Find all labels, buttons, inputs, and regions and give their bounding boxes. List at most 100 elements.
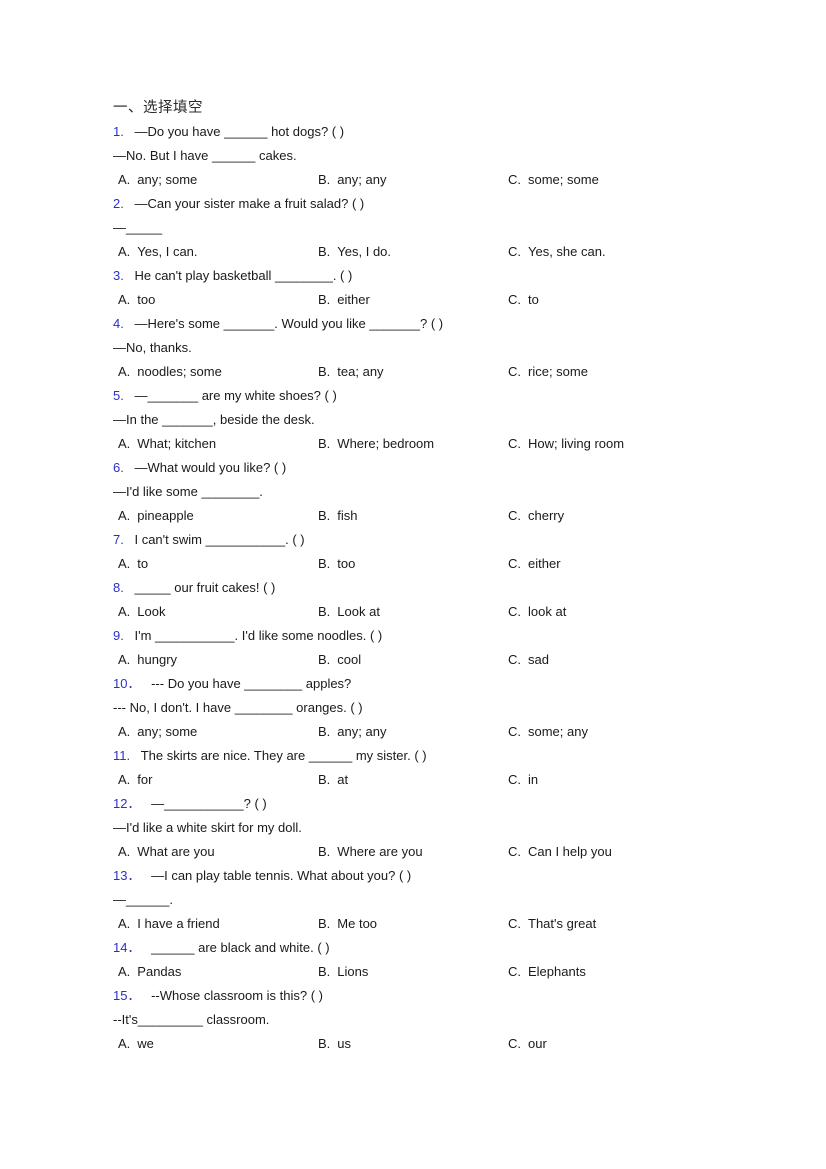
option-b[interactable]: B. Lions xyxy=(318,960,368,984)
question-text: —What would you like? ( ) xyxy=(134,460,287,475)
option-c[interactable]: C. some; any xyxy=(508,720,588,744)
option-b[interactable]: B. tea; any xyxy=(318,360,384,384)
question-continuation: —_____ xyxy=(113,220,163,235)
option-letter: A. xyxy=(118,964,131,979)
question-number: 3. xyxy=(113,268,124,283)
question-stem: 8. _____ our fruit cakes! ( ) xyxy=(113,576,773,600)
option-label: cool xyxy=(337,652,362,667)
option-label: to xyxy=(528,292,539,307)
option-a[interactable]: A. I have a friend xyxy=(118,912,220,936)
option-b[interactable]: B. Me too xyxy=(318,912,377,936)
question-text: --- Do you have ________ apples? xyxy=(151,676,352,691)
question-continuation: --- No, I don't. I have ________ oranges… xyxy=(113,700,363,715)
option-c[interactable]: C. cherry xyxy=(508,504,564,528)
question-stem: 11. The skirts are nice. They are ______… xyxy=(113,744,773,768)
option-label: What are you xyxy=(137,844,215,859)
option-label: at xyxy=(337,772,349,787)
option-a[interactable]: A. we xyxy=(118,1032,154,1056)
option-letter: C. xyxy=(508,964,521,979)
question-stem: 2. —Can your sister make a fruit salad? … xyxy=(113,192,773,216)
question-stem: 5. —_______ are my white shoes? ( ) xyxy=(113,384,773,408)
option-c[interactable]: C. to xyxy=(508,288,539,312)
option-letter: B. xyxy=(318,508,331,523)
option-letter: C. xyxy=(508,1036,521,1051)
question-stem: 1. —Do you have ______ hot dogs? ( ) xyxy=(113,120,773,144)
question-stem: 6. —What would you like? ( ) xyxy=(113,456,773,480)
question-text: ______ are black and white. ( ) xyxy=(151,940,330,955)
option-letter: A. xyxy=(118,364,131,379)
option-a[interactable]: A. Pandas xyxy=(118,960,181,984)
option-c[interactable]: C. some; some xyxy=(508,168,599,192)
option-a[interactable]: A. pineapple xyxy=(118,504,194,528)
option-letter: B. xyxy=(318,724,331,739)
option-c[interactable]: C. look at xyxy=(508,600,566,624)
option-row: A. What are you B. Where are you C. Can I h… xyxy=(113,840,773,864)
option-a[interactable]: A. too xyxy=(118,288,155,312)
option-letter: A. xyxy=(118,916,131,931)
option-letter: B. xyxy=(318,652,331,667)
option-row: A. What; kitchen B. Where; bedroom C. How; … xyxy=(113,432,773,456)
option-row: A. pineapple B. fish C. cherry xyxy=(113,504,773,528)
option-a[interactable]: A. to xyxy=(118,552,148,576)
option-label: Where; bedroom xyxy=(337,436,435,451)
option-a[interactable]: A. noodles; some xyxy=(118,360,222,384)
option-letter: B. xyxy=(318,772,331,787)
question-text: I'm ___________. I'd like some noodles. … xyxy=(134,628,383,643)
option-letter: A. xyxy=(118,172,131,187)
option-c[interactable]: C. That's great xyxy=(508,912,596,936)
question-continuation: —No, thanks. xyxy=(113,340,192,355)
option-c[interactable]: C. in xyxy=(508,768,538,792)
option-label: sad xyxy=(528,652,549,667)
question-text: —Do you have ______ hot dogs? ( ) xyxy=(134,124,345,139)
question-text: The skirts are nice. They are ______ my … xyxy=(140,748,427,763)
option-b[interactable]: B. Where; bedroom xyxy=(318,432,434,456)
option-c[interactable]: C. Can I help you xyxy=(508,840,612,864)
option-label: Me too xyxy=(337,916,378,931)
option-c[interactable]: C. How; living room xyxy=(508,432,624,456)
option-a[interactable]: A. Look xyxy=(118,600,166,624)
option-c[interactable]: C. sad xyxy=(508,648,549,672)
option-c[interactable]: C. Elephants xyxy=(508,960,586,984)
option-b[interactable]: B. any; any xyxy=(318,720,386,744)
option-b[interactable]: B. cool xyxy=(318,648,361,672)
option-a[interactable]: A. for xyxy=(118,768,152,792)
option-b[interactable]: B. either xyxy=(318,288,370,312)
question-text: —Can your sister make a fruit salad? ( ) xyxy=(134,196,365,211)
option-a[interactable]: A. any; some xyxy=(118,168,197,192)
option-b[interactable]: B. too xyxy=(318,552,355,576)
option-a[interactable]: A. What are you xyxy=(118,840,215,864)
question-number: 4. xyxy=(113,316,124,331)
option-c[interactable]: C. our xyxy=(508,1032,547,1056)
option-b[interactable]: B. us xyxy=(318,1032,351,1056)
option-b[interactable]: B. Yes, I do. xyxy=(318,240,391,264)
option-b[interactable]: B. Look at xyxy=(318,600,380,624)
option-letter: B. xyxy=(318,556,331,571)
question-number: 11. xyxy=(113,748,131,763)
option-letter: A. xyxy=(118,556,131,571)
question-text: —I can play table tennis. What about you… xyxy=(151,868,412,883)
option-row: A. Pandas B. Lions C. Elephants xyxy=(113,960,773,984)
question-text: _____ our fruit cakes! ( ) xyxy=(134,580,276,595)
option-label: any; any xyxy=(337,724,387,739)
worksheet-page: 一、选择填空 1. —Do you have ______ hot dogs? … xyxy=(0,0,826,1169)
option-a[interactable]: A. any; some xyxy=(118,720,197,744)
option-b[interactable]: B. Where are you xyxy=(318,840,423,864)
option-a[interactable]: A. Yes, I can. xyxy=(118,240,198,264)
option-c[interactable]: C. either xyxy=(508,552,561,576)
worksheet-content: 一、选择填空 1. —Do you have ______ hot dogs? … xyxy=(113,96,773,1056)
question-continuation: --It's_________ classroom. xyxy=(113,1012,270,1027)
question-number: 9. xyxy=(113,628,124,643)
option-c[interactable]: C. Yes, she can. xyxy=(508,240,606,264)
option-b[interactable]: B. at xyxy=(318,768,348,792)
option-letter: A. xyxy=(118,292,131,307)
question-continuation: —I'd like some ________. xyxy=(113,484,263,499)
option-a[interactable]: A. hungry xyxy=(118,648,177,672)
option-c[interactable]: C. rice; some xyxy=(508,360,588,384)
option-b[interactable]: B. any; any xyxy=(318,168,386,192)
question-stem: 10． --- Do you have ________ apples? xyxy=(113,672,773,696)
option-a[interactable]: A. What; kitchen xyxy=(118,432,216,456)
option-letter: C. xyxy=(508,772,521,787)
option-letter: B. xyxy=(318,844,331,859)
option-b[interactable]: B. fish xyxy=(318,504,358,528)
option-label: rice; some xyxy=(528,364,588,379)
